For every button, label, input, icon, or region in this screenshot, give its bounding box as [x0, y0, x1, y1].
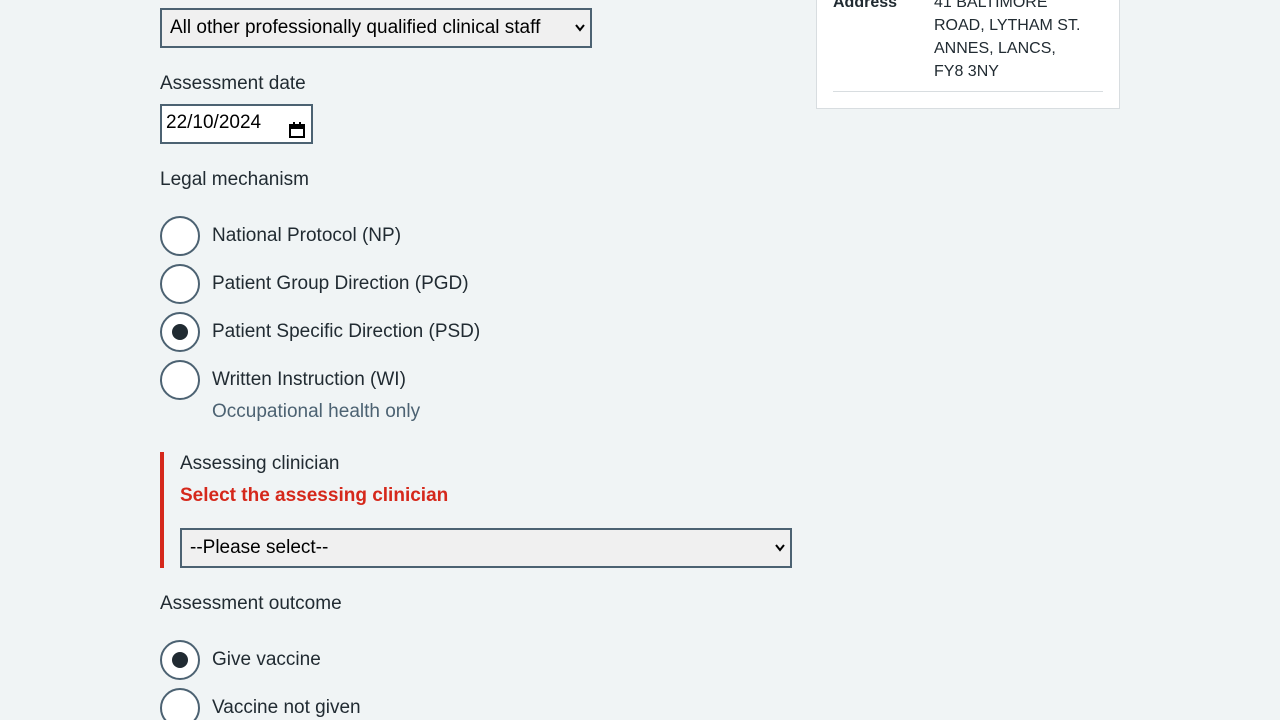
assessing-clinician-select-value: --Please select-- — [190, 537, 329, 558]
address-line: ANNES, LANCS, — [934, 40, 1056, 57]
staff-type-select[interactable]: All other professionally qualified clini… — [160, 8, 592, 48]
assessment-date-value: 22/10/2024 — [166, 112, 262, 133]
chevron-down-icon — [574, 10, 586, 46]
divider — [833, 91, 1103, 92]
assessment-date-label: Assessment date — [160, 73, 306, 94]
chevron-down-icon — [774, 530, 786, 580]
assessment-date-input[interactable]: 22/10/2024 — [160, 104, 313, 144]
radio-label: National Protocol (NP) — [212, 225, 402, 246]
address-line: 41 BALTIMORE — [934, 0, 1048, 11]
radio-label: Written Instruction (WI) — [212, 369, 406, 390]
radio-button[interactable] — [160, 216, 200, 256]
assessing-clinician-error-group: Assessing clinician Select the assessing… — [160, 452, 792, 568]
address-line: FY8 3NY — [934, 63, 999, 80]
radio-button[interactable] — [160, 688, 200, 720]
address-key: Address — [833, 0, 898, 11]
radio-label: Vaccine not given — [212, 697, 361, 718]
patient-summary-card: Address 41 BALTIMORE ROAD, LYTHAM ST. AN… — [816, 0, 1120, 109]
calendar-icon[interactable] — [289, 116, 305, 138]
radio-selected-dot — [172, 324, 188, 340]
radio-label: Give vaccine — [212, 649, 321, 670]
address-value: 41 BALTIMORE ROAD, LYTHAM ST. ANNES, LAN… — [934, 0, 1104, 83]
assessing-clinician-select[interactable]: --Please select-- — [180, 528, 792, 568]
staff-type-select-value: All other professionally qualified clini… — [170, 17, 541, 38]
error-message: Select the assessing clinician — [180, 485, 449, 506]
radio-hint: Occupational health only — [212, 401, 421, 422]
radio-label: Patient Group Direction (PGD) — [212, 273, 469, 294]
assessing-clinician-label: Assessing clinician — [180, 453, 340, 474]
assessment-outcome-label: Assessment outcome — [160, 593, 342, 614]
radio-button[interactable] — [160, 360, 200, 400]
radio-selected-dot — [172, 652, 188, 668]
legal-mechanism-label: Legal mechanism — [160, 169, 309, 190]
radio-button[interactable] — [160, 264, 200, 304]
address-line: ROAD, LYTHAM ST. — [934, 17, 1081, 34]
radio-button-selected[interactable] — [160, 640, 200, 680]
page: All other professionally qualified clini… — [0, 0, 1280, 720]
radio-button-selected[interactable] — [160, 312, 200, 352]
radio-label: Patient Specific Direction (PSD) — [212, 321, 481, 342]
